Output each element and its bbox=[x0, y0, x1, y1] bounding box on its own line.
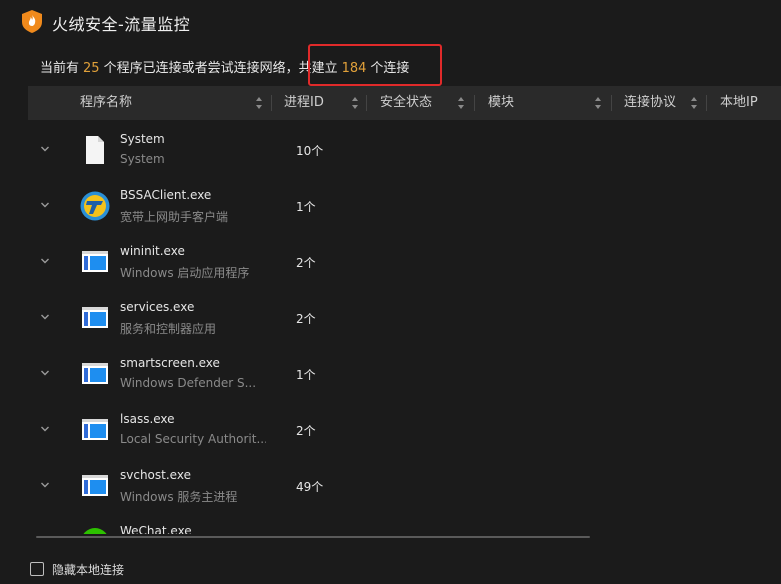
process-count: 1个 bbox=[296, 368, 316, 382]
summary-middle: 个程序已连接或者尝试连接网络， bbox=[103, 61, 299, 76]
expand-chevron-icon[interactable] bbox=[40, 424, 50, 434]
process-name: services.exe bbox=[120, 300, 195, 314]
process-description: 服务和控制器应用 bbox=[120, 322, 217, 336]
column-header-protocol[interactable]: 连接协议 bbox=[624, 86, 676, 120]
process-description: Windows 启动应用程序 bbox=[120, 266, 250, 280]
program-count: 25 bbox=[83, 61, 100, 76]
process-description: Windows Defender S... bbox=[120, 376, 257, 390]
hide-local-checkbox[interactable] bbox=[30, 562, 44, 576]
bssa-logo-icon bbox=[80, 191, 110, 221]
process-name: smartscreen.exe bbox=[120, 356, 220, 370]
summary-prefix: 当前有 bbox=[40, 61, 80, 76]
sort-icon[interactable] bbox=[595, 97, 601, 109]
column-header-local-ip[interactable]: 本地IP bbox=[720, 86, 758, 120]
process-description: System bbox=[120, 152, 165, 166]
table-row[interactable]: lsass.exe Local Security Authorit... 2个 bbox=[28, 402, 781, 458]
expand-chevron-icon[interactable] bbox=[40, 200, 50, 210]
column-divider[interactable] bbox=[271, 95, 272, 111]
process-name: lsass.exe bbox=[120, 412, 175, 426]
column-header-security-status[interactable]: 安全状态 bbox=[380, 86, 432, 120]
window-app-icon bbox=[82, 251, 108, 272]
window-app-icon bbox=[82, 475, 108, 496]
highlight-box bbox=[308, 44, 442, 86]
column-header-program-name[interactable]: 程序名称 bbox=[80, 86, 132, 120]
sort-icon[interactable] bbox=[691, 97, 697, 109]
process-description: Local Security Authorit... bbox=[120, 432, 266, 446]
table-row[interactable]: services.exe 服务和控制器应用 2个 bbox=[28, 290, 781, 346]
window-app-icon bbox=[82, 307, 108, 328]
expand-chevron-icon[interactable] bbox=[40, 480, 50, 490]
table-row[interactable]: svchost.exe Windows 服务主进程 49个 bbox=[28, 458, 781, 514]
table-header: 程序名称 进程ID 安全状态 模块 连接协议 本地IP bbox=[28, 86, 781, 120]
column-divider[interactable] bbox=[706, 95, 707, 111]
sort-icon[interactable] bbox=[352, 97, 358, 109]
column-label: 进程ID bbox=[284, 95, 324, 110]
sort-icon[interactable] bbox=[256, 97, 262, 109]
process-count: 49个 bbox=[296, 480, 324, 494]
window-app-icon bbox=[82, 363, 108, 384]
document-icon bbox=[86, 136, 104, 164]
wechat-icon bbox=[83, 528, 107, 534]
process-description: 宽带上网助手客户端 bbox=[120, 210, 229, 224]
process-count: 10个 bbox=[296, 144, 324, 158]
sort-icon[interactable] bbox=[458, 97, 464, 109]
table-row[interactable]: System System 10个 bbox=[28, 122, 781, 178]
column-divider[interactable] bbox=[474, 95, 475, 111]
huorong-logo-icon bbox=[22, 10, 42, 33]
process-count: 2个 bbox=[296, 256, 316, 270]
process-name: WeChat.exe bbox=[120, 524, 192, 534]
process-name: System bbox=[120, 132, 165, 146]
column-divider[interactable] bbox=[366, 95, 367, 111]
table-row[interactable]: BSSAClient.exe 宽带上网助手客户端 1个 bbox=[28, 178, 781, 234]
column-label: 安全状态 bbox=[380, 95, 433, 110]
column-label: 本地IP bbox=[720, 95, 758, 110]
expand-chevron-icon[interactable] bbox=[40, 368, 50, 378]
process-table-body: System System 10个 BSSAClient.exe 宽带上网助手客… bbox=[28, 122, 781, 534]
process-count: 2个 bbox=[296, 424, 316, 438]
column-divider[interactable] bbox=[611, 95, 612, 111]
traffic-monitor-window: 火绒安全-流量监控 当前有 25 个程序已连接或者尝试连接网络，共建立 184 个连接 … bbox=[0, 0, 781, 584]
table-row[interactable]: WeChat.exe bbox=[28, 514, 781, 534]
column-label: 程序名称 bbox=[80, 95, 133, 110]
table-row[interactable]: wininit.exe Windows 启动应用程序 2个 bbox=[28, 234, 781, 290]
column-header-pid[interactable]: 进程ID bbox=[284, 86, 324, 120]
process-count: 2个 bbox=[296, 312, 316, 326]
hide-local-label[interactable]: 隐藏本地连接 bbox=[52, 561, 124, 578]
process-count: 1个 bbox=[296, 200, 316, 214]
window-title: 火绒安全-流量监控 bbox=[52, 15, 191, 34]
process-name: BSSAClient.exe bbox=[120, 188, 212, 202]
column-label: 连接协议 bbox=[624, 95, 677, 110]
expand-chevron-icon[interactable] bbox=[40, 144, 50, 154]
horizontal-scrollbar[interactable] bbox=[36, 536, 590, 538]
expand-chevron-icon[interactable] bbox=[40, 312, 50, 322]
table-row[interactable]: smartscreen.exe Windows Defender S... 1个 bbox=[28, 346, 781, 402]
column-header-module[interactable]: 模块 bbox=[488, 86, 514, 120]
process-name: wininit.exe bbox=[120, 244, 185, 258]
process-name: svchost.exe bbox=[120, 468, 191, 482]
title-bar: 火绒安全-流量监控 bbox=[0, 0, 781, 44]
expand-chevron-icon[interactable] bbox=[40, 256, 50, 266]
process-description: Windows 服务主进程 bbox=[120, 490, 238, 504]
window-app-icon bbox=[82, 419, 108, 440]
column-label: 模块 bbox=[488, 95, 515, 110]
